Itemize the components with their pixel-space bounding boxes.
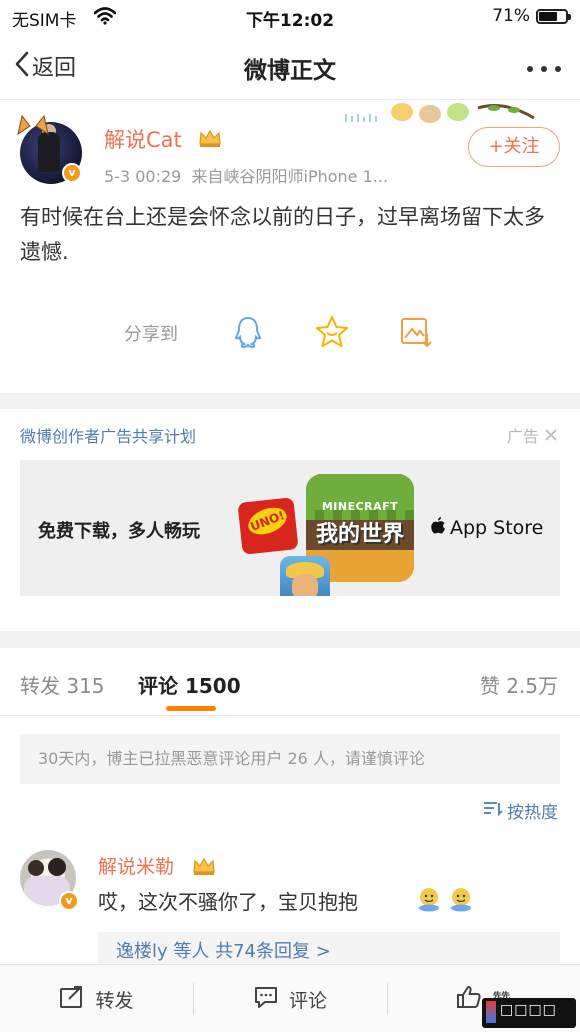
verified-badge-icon: v: [59, 891, 79, 911]
ad-label[interactable]: 广告: [507, 423, 558, 447]
crown-icon: [198, 128, 222, 152]
comment-icon: [253, 985, 279, 1014]
crown-icon: [192, 856, 216, 880]
ad-program-title[interactable]: 微博创作者广告共享计划: [20, 423, 196, 447]
ad-banner-text: 免费下载，多人畅玩: [38, 521, 200, 542]
close-icon[interactable]: [544, 427, 558, 446]
sort-by-hot-button[interactable]: 按热度: [483, 798, 558, 823]
tab-like[interactable]: 赞 2.5万: [480, 670, 558, 699]
save-image-icon[interactable]: [398, 314, 434, 354]
more-icon[interactable]: [526, 58, 562, 77]
clash-royale-app-icon: [280, 556, 330, 596]
apple-icon: [430, 516, 446, 540]
watermark-logo: □□□□: [482, 998, 576, 1028]
battery-icon: [536, 9, 571, 24]
nav-bar: 返回 微博正文: [0, 34, 580, 100]
post-source: 来自峡谷阴阳师iPhone 1...: [191, 167, 389, 186]
tab-repost[interactable]: 转发 315: [20, 670, 105, 699]
post-content: 有时候在台上还是会怀念以前的日子，过早离场留下太多遗憾.: [20, 205, 545, 264]
share-label: 分享到: [124, 324, 178, 345]
battery-percent: 71%: [492, 6, 530, 26]
ad-banner[interactable]: 免费下载，多人畅玩 UNO! MINECRAFT 我的世界 App Store: [20, 460, 560, 596]
follow-button[interactable]: +关注: [468, 127, 560, 167]
post-author-name[interactable]: 解说Cat: [104, 124, 182, 154]
page-title: 微博正文: [244, 58, 336, 84]
blocked-users-notice: 30天内，博主已拉黑恶意评论用户 26 人，请谨慎评论: [20, 734, 560, 784]
interaction-tabs: 转发 315 评论 1500 赞 2.5万: [0, 648, 580, 716]
comment-text: 哎，这次不骚你了，宝贝抱抱: [98, 890, 358, 914]
hug-emoji-icon: [448, 886, 474, 916]
uno-app-icon: UNO!: [237, 497, 299, 555]
sort-icon: [483, 800, 503, 821]
star-icon[interactable]: [314, 314, 350, 354]
share-row: 分享到: [0, 310, 580, 354]
app-store-badge: App Store: [430, 516, 543, 540]
tab-comment[interactable]: 评论 1500: [138, 670, 241, 699]
repost-button[interactable]: 转发: [0, 965, 193, 1032]
verified-badge-icon: v: [62, 163, 82, 183]
hug-emoji-icon: [416, 886, 442, 916]
cat-avatar-pendant-icon: [16, 114, 50, 140]
post-card: v 解说Cat 5-3 00:29 来自峡谷阴阳师iPhone 1... +关注…: [0, 100, 580, 393]
comment-section: 30天内，博主已拉黑恶意评论用户 26 人，请谨慎评论 按热度 v 解说米勒 哎…: [0, 716, 580, 972]
ad-card: 微博创作者广告共享计划 广告 免费下载，多人畅玩 UNO! MINECRAFT …: [0, 409, 580, 631]
repost-icon: [59, 985, 85, 1014]
post-time: 5-3 00:29: [104, 167, 182, 186]
thumbs-up-icon: [456, 985, 482, 1014]
comment-button[interactable]: 评论: [193, 965, 387, 1032]
status-bar: 无SIM卡 下午12:02 71%: [0, 0, 580, 34]
comment-author-name[interactable]: 解说米勒: [98, 852, 174, 879]
active-tab-indicator: [166, 706, 216, 711]
qq-icon[interactable]: [230, 314, 266, 354]
post-meta: 5-3 00:29 来自峡谷阴阳师iPhone 1...: [104, 163, 388, 187]
